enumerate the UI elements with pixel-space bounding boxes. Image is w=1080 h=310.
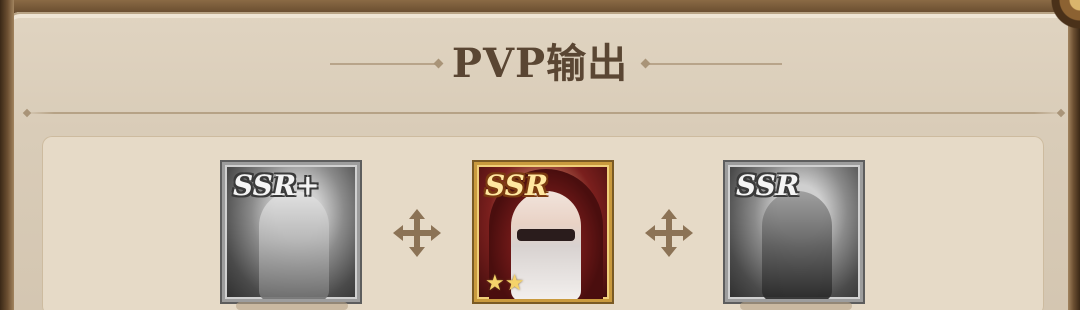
star-rating: ★★ xyxy=(485,271,525,296)
hero-card-1[interactable]: SSR+ xyxy=(222,162,360,302)
section-title: PVP输出 xyxy=(451,40,629,87)
rarity-badge: SSR xyxy=(485,169,549,202)
hero-portrait xyxy=(259,191,329,299)
hero-portrait xyxy=(762,191,832,299)
section-divider xyxy=(24,112,1064,114)
move-cross-icon xyxy=(393,209,441,257)
hero-blindfold xyxy=(517,229,575,241)
title-rule-right xyxy=(646,63,782,65)
move-cross-icon xyxy=(645,209,693,257)
hero-card-2[interactable]: SSR ★★ xyxy=(474,162,612,302)
rarity-badge: SSR+ xyxy=(233,169,320,202)
hero-card-3[interactable]: SSR xyxy=(725,162,863,302)
rarity-badge: SSR xyxy=(736,169,800,202)
pvp-output-screen: PVP输出 SSR+ SSR ★★ SSR xyxy=(0,0,1080,310)
hero-name-1 xyxy=(236,302,348,310)
hero-name-3 xyxy=(740,302,852,310)
corner-ornament-icon xyxy=(1040,0,1080,40)
